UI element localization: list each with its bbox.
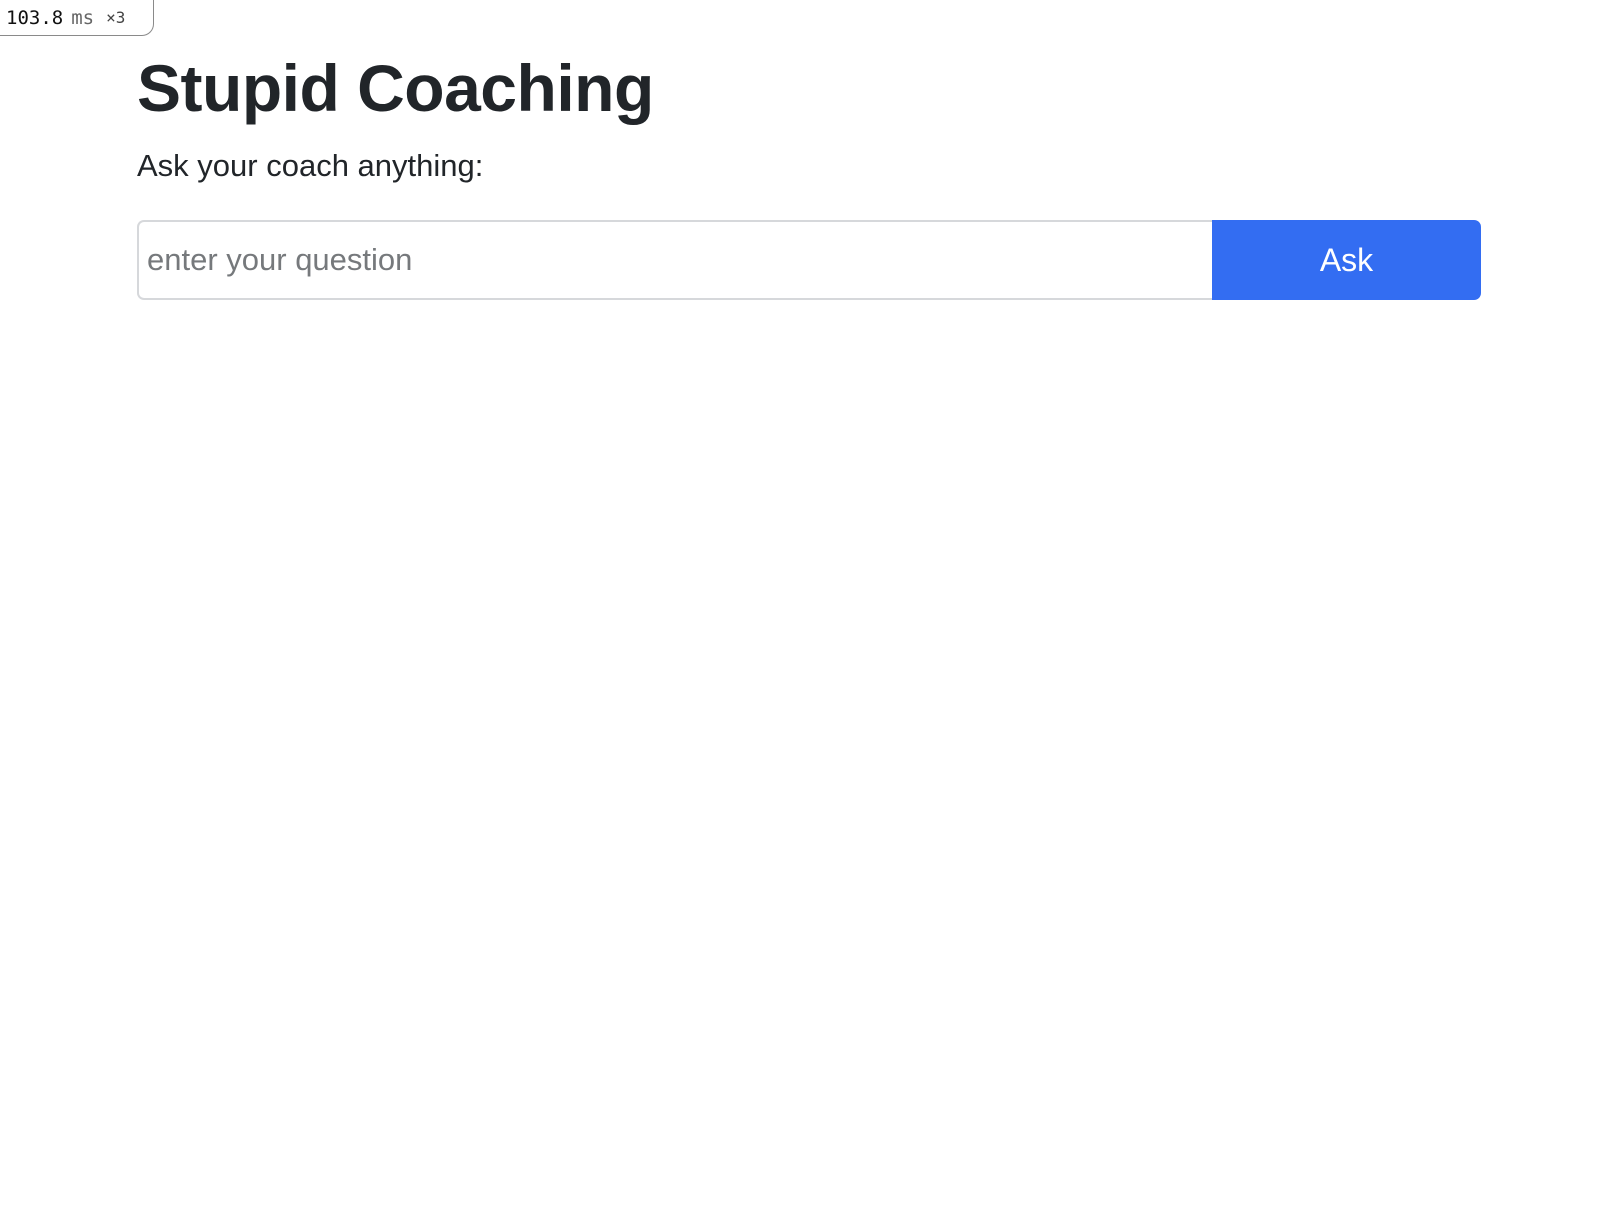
ask-form: Ask — [137, 220, 1481, 300]
question-prompt-label: Ask your coach anything: — [137, 148, 484, 183]
page-title: Stupid Coaching — [137, 51, 654, 125]
performance-badge: 103.8 ms ×3 — [0, 0, 154, 36]
render-count: ×3 — [106, 8, 126, 27]
question-input[interactable] — [137, 220, 1212, 300]
ask-button[interactable]: Ask — [1212, 220, 1481, 300]
render-time-unit: ms — [71, 6, 95, 29]
render-time-value: 103.8 — [6, 6, 64, 29]
